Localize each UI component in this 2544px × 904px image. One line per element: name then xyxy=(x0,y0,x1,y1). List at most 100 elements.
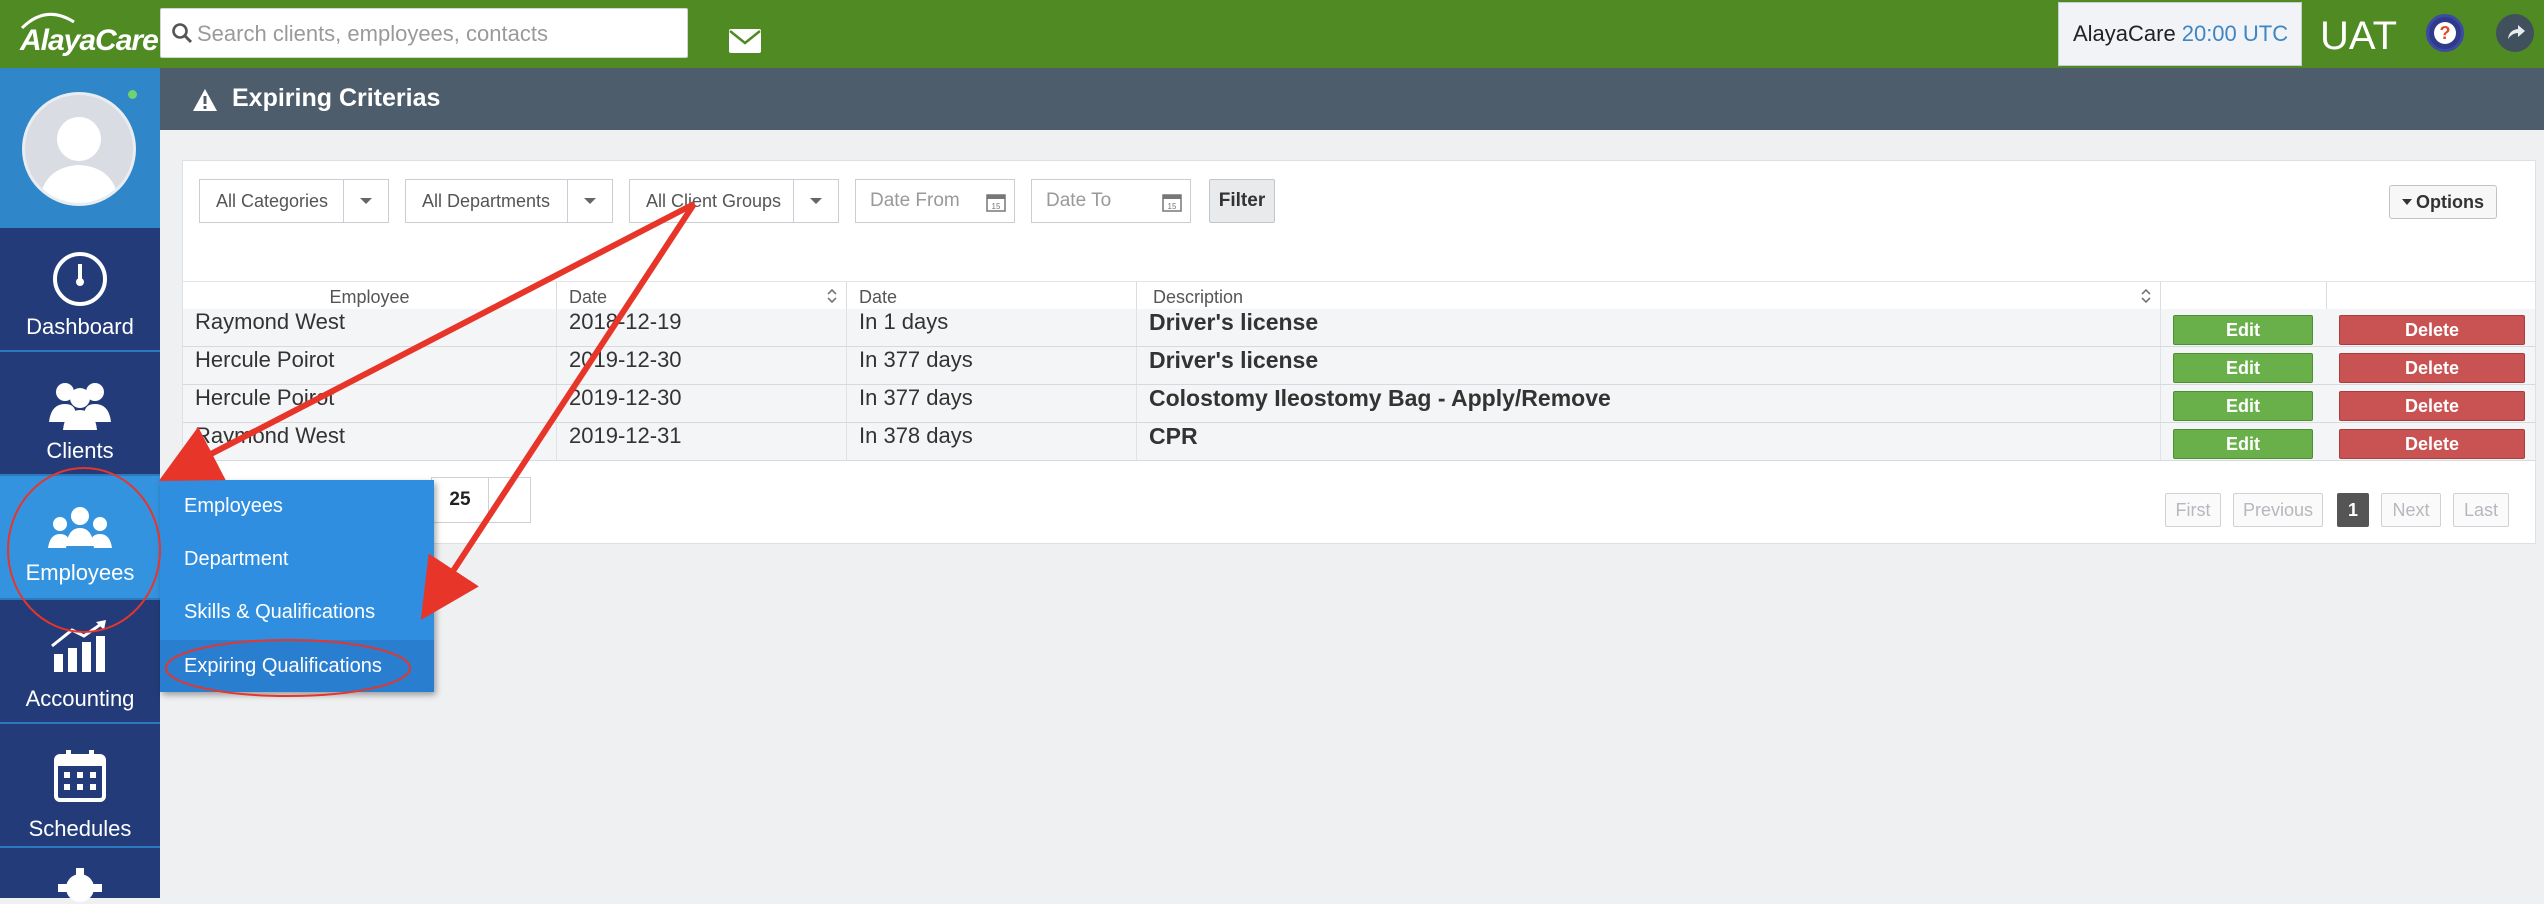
dashboard-icon xyxy=(53,252,107,306)
global-search[interactable] xyxy=(160,8,688,58)
pagination-previous[interactable]: Previous xyxy=(2233,493,2323,527)
edit-button[interactable]: Edit xyxy=(2173,315,2313,345)
calendar-icon[interactable]: 15 xyxy=(1162,192,1182,212)
employee-cell: Raymond West xyxy=(183,423,557,460)
client-groups-select[interactable]: All Client Groups xyxy=(629,179,839,223)
delete-button[interactable]: Delete xyxy=(2339,429,2525,459)
page-size-select[interactable]: 25 xyxy=(431,477,531,523)
clients-icon xyxy=(49,383,111,430)
relative-date-cell: In 377 days xyxy=(847,385,1137,422)
date-from-input[interactable]: Date From 15 xyxy=(855,179,1015,223)
calendar-icon[interactable]: 15 xyxy=(986,192,1006,212)
nav-clients[interactable]: Clients xyxy=(0,352,160,476)
svg-text:15: 15 xyxy=(1168,202,1177,211)
description-cell: Colostomy Ileostomy Bag - Apply/Remove xyxy=(1137,385,2161,422)
avatar[interactable] xyxy=(22,92,136,206)
column-header-description[interactable]: Description xyxy=(1137,282,2161,309)
delete-button[interactable]: Delete xyxy=(2339,315,2525,345)
help-icon[interactable]: ? xyxy=(2426,14,2464,52)
pagination-first[interactable]: First xyxy=(2165,493,2221,527)
options-button-label: Options xyxy=(2416,192,2484,212)
column-header-edit xyxy=(2161,282,2327,309)
submenu-item-department[interactable]: Department xyxy=(160,533,434,585)
submenu-item-expiring-qualifications[interactable]: Expiring Qualifications xyxy=(160,640,434,692)
search-input[interactable] xyxy=(195,15,679,53)
nav-accounting[interactable]: Accounting xyxy=(0,600,160,724)
edit-button[interactable]: Edit xyxy=(2173,429,2313,459)
sort-icon xyxy=(827,288,837,304)
edit-button[interactable]: Edit xyxy=(2173,391,2313,421)
nav-dashboard[interactable]: Dashboard xyxy=(0,228,160,352)
column-header-employee[interactable]: Employee xyxy=(183,282,557,309)
column-header-date[interactable]: Date xyxy=(557,282,847,309)
categories-select-value: All Categories xyxy=(216,191,329,211)
clock-box: AlayaCare 20:00 UTC xyxy=(2058,2,2302,66)
date-to-input[interactable]: Date To 15 xyxy=(1031,179,1191,223)
departments-select[interactable]: All Departments xyxy=(405,179,613,223)
employee-cell: Hercule Poirot xyxy=(183,385,557,422)
caret-down-icon xyxy=(2402,199,2412,205)
gear-icon xyxy=(58,868,102,902)
date-to-placeholder: Date To xyxy=(1046,190,1112,211)
departments-select-value: All Departments xyxy=(422,191,551,211)
calendar-icon xyxy=(54,750,106,802)
date-cell: 2019-12-30 xyxy=(557,385,847,422)
employee-cell: Hercule Poirot xyxy=(183,347,557,384)
pagination-current-page[interactable]: 1 xyxy=(2337,493,2369,527)
relative-date-cell: In 377 days xyxy=(847,347,1137,384)
date-cell: 2019-12-30 xyxy=(557,347,847,384)
nav-schedules[interactable]: Schedules xyxy=(0,724,160,848)
table-row: Hercule Poirot 2019-12-30 In 377 days Co… xyxy=(183,385,2535,423)
clock-brand: AlayaCare xyxy=(2073,21,2176,46)
column-header-relative-date[interactable]: Date xyxy=(847,282,1137,309)
description-cell: Driver's license xyxy=(1137,347,2161,384)
nav-settings[interactable] xyxy=(0,848,160,902)
submenu-item-skills-qualifications[interactable]: Skills & Qualifications xyxy=(160,586,434,638)
page-header: Expiring Criterias xyxy=(160,68,2544,130)
table-row: Raymond West 2018-12-19 In 1 days Driver… xyxy=(183,309,2535,347)
categories-select[interactable]: All Categories xyxy=(199,179,389,223)
client-groups-select-value: All Client Groups xyxy=(646,191,782,211)
chevron-down-icon xyxy=(793,180,838,222)
column-header-delete xyxy=(2327,282,2535,309)
table-header: Employee Date Date Description xyxy=(183,281,2535,310)
description-cell: CPR xyxy=(1137,423,2161,460)
delete-button[interactable]: Delete xyxy=(2339,391,2525,421)
profile-panel[interactable] xyxy=(0,68,160,228)
relative-date-cell: In 1 days xyxy=(847,309,1137,346)
nav-employees[interactable]: Employees xyxy=(0,476,160,600)
top-bar: AlayaCare AlayaCare20:00 UTC UAT ? xyxy=(0,0,2544,68)
accounting-icon xyxy=(51,620,106,672)
logo-text: AlayaCare xyxy=(20,24,159,57)
column-header-description-label: Description xyxy=(1153,287,1244,307)
page-title: Expiring Criterias xyxy=(232,84,441,112)
delete-button[interactable]: Delete xyxy=(2339,353,2525,383)
options-button[interactable]: Options xyxy=(2389,185,2497,219)
edit-button[interactable]: Edit xyxy=(2173,353,2313,383)
table-row: Raymond West 2019-12-31 In 378 days CPR … xyxy=(183,423,2535,461)
date-cell: 2019-12-31 xyxy=(557,423,847,460)
employees-icon xyxy=(48,507,112,548)
alayacare-logo[interactable]: AlayaCare xyxy=(16,10,159,60)
column-header-date-label: Date xyxy=(569,287,608,307)
nav-employees-label: Employees xyxy=(25,560,135,585)
warning-icon xyxy=(193,89,217,111)
help-icon-glyph: ? xyxy=(2434,22,2456,44)
nav-dashboard-label: Dashboard xyxy=(26,314,134,339)
share-icon[interactable] xyxy=(2496,14,2534,52)
nav-schedules-label: Schedules xyxy=(28,816,132,841)
filter-button[interactable]: Filter xyxy=(1209,179,1275,223)
date-from-placeholder: Date From xyxy=(870,190,960,211)
submenu-item-employees[interactable]: Employees xyxy=(160,480,434,532)
nav-clients-label: Clients xyxy=(46,438,114,463)
clock-time: 20:00 UTC xyxy=(2181,21,2289,46)
table-row: Hercule Poirot 2019-12-30 In 377 days Dr… xyxy=(183,347,2535,385)
date-cell: 2018-12-19 xyxy=(557,309,847,346)
sort-icon xyxy=(2141,288,2151,304)
pagination-next[interactable]: Next xyxy=(2381,493,2441,527)
mail-icon[interactable] xyxy=(728,28,762,54)
chevron-down-icon xyxy=(567,180,612,222)
sidebar: Dashboard Clients Employees Accounting S… xyxy=(0,68,160,902)
environment-label: UAT xyxy=(2320,14,2398,58)
pagination-last[interactable]: Last xyxy=(2453,493,2509,527)
